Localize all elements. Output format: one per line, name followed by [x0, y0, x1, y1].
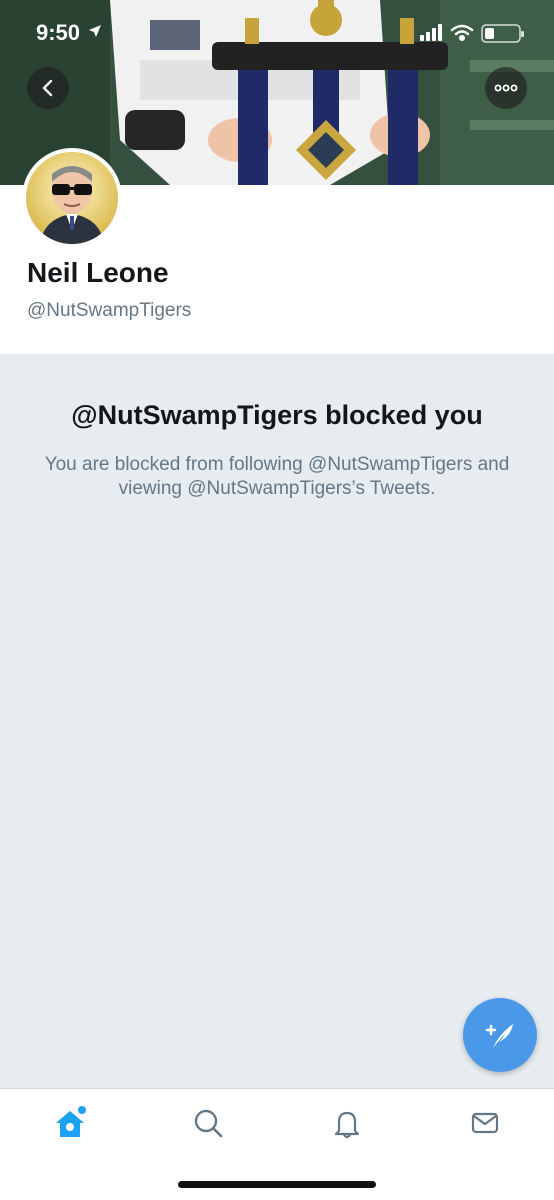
status-time: 9:50 [36, 20, 81, 45]
chevron-left-icon [42, 79, 53, 97]
blocked-description: You are blocked from following @NutSwamp… [44, 454, 510, 499]
tab-home[interactable] [50, 1103, 90, 1143]
profile-handle: @NutSwampTigers [27, 300, 192, 321]
more-options-button[interactable] [485, 67, 527, 109]
tab-messages[interactable] [465, 1103, 505, 1143]
compose-tweet-icon [485, 1024, 513, 1048]
compose-tweet-button[interactable] [463, 998, 537, 1072]
wifi-icon [450, 24, 474, 42]
tab-notifications[interactable] [327, 1103, 367, 1143]
blocked-title: @NutSwampTigers blocked you [71, 400, 483, 430]
back-button[interactable] [27, 67, 69, 109]
status-bar: 9:50 [0, 0, 554, 64]
status-indicators [420, 22, 530, 49]
battery-icon [481, 24, 524, 43]
ellipsis-icon [494, 84, 518, 92]
tab-search[interactable] [188, 1103, 228, 1143]
home-icon [56, 1106, 86, 1137]
mail-icon [471, 1112, 499, 1134]
search-icon [194, 1109, 223, 1138]
cellular-signal-icon [420, 24, 442, 41]
avatar[interactable] [22, 148, 122, 248]
profile-name: Neil Leone [27, 257, 169, 288]
bell-icon [334, 1111, 360, 1139]
location-arrow-icon [88, 24, 102, 43]
home-indicator [178, 1181, 376, 1188]
